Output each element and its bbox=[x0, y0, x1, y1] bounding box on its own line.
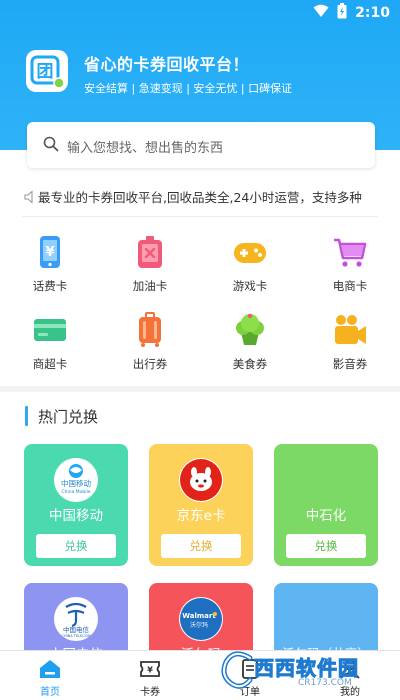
card-name: 中国移动 bbox=[49, 508, 103, 524]
category-label: 游戏卡 bbox=[232, 279, 268, 293]
luggage-icon bbox=[132, 312, 168, 348]
china-telecom-logo: 中国电信 CHINA TELECOM bbox=[54, 597, 98, 641]
svg-text:China Mobile: China Mobile bbox=[61, 489, 90, 495]
category-label: 话费卡 bbox=[32, 279, 68, 293]
phone-card-icon: ¥ bbox=[32, 234, 68, 270]
status-time: 2:10 bbox=[355, 5, 390, 21]
gamepad-icon bbox=[232, 234, 268, 270]
svg-text:CHINA TELECOM: CHINA TELECOM bbox=[62, 634, 91, 638]
watermark: 西西软件园 CR173.COM bbox=[218, 648, 394, 692]
search-placeholder: 输入您想找、想出售的东西 bbox=[67, 141, 224, 156]
hot-card-china-mobile[interactable]: 中国移动 China Mobile 中国移动 兑换 bbox=[24, 444, 128, 566]
app-logo: 团 bbox=[26, 50, 68, 92]
notice-bar[interactable]: 最专业的卡券回收平台,回收品类全,24小时运营，支持多种 bbox=[0, 184, 400, 208]
watermark-url: CR173.COM bbox=[298, 678, 352, 688]
jd-logo bbox=[179, 458, 223, 502]
watermark-logo-icon bbox=[221, 651, 253, 689]
walmart-logo: Walmart 沃尔玛 bbox=[179, 597, 223, 641]
category-label: 商超卡 bbox=[32, 357, 68, 371]
category-ecommerce-card[interactable]: 电商卡 bbox=[310, 234, 390, 304]
category-phone-card[interactable]: ¥ 话费卡 bbox=[10, 234, 90, 304]
status-bar: 2:10 bbox=[0, 0, 400, 26]
category-media-ticket[interactable]: 影音券 bbox=[310, 312, 390, 382]
video-camera-icon bbox=[332, 312, 368, 348]
tab-label: 卡券 bbox=[140, 687, 160, 698]
svg-text:¥: ¥ bbox=[45, 245, 54, 260]
ticket-icon: ¥ bbox=[138, 657, 162, 681]
section-title: 热门兑换 bbox=[38, 408, 99, 426]
card-name: 京东e卡 bbox=[176, 508, 226, 524]
category-supermarket-card[interactable]: 商超卡 bbox=[10, 312, 90, 382]
logo-glyph: 团 bbox=[37, 62, 54, 82]
tab-cards[interactable]: ¥ 卡券 bbox=[100, 651, 200, 700]
supermarket-card-icon bbox=[32, 312, 68, 348]
category-travel-ticket[interactable]: 出行券 bbox=[110, 312, 190, 382]
watermark-text: 西西软件园 bbox=[254, 656, 359, 681]
fuel-card-icon bbox=[132, 234, 168, 270]
hot-card-sinopec[interactable]: 中石化 兑换 bbox=[274, 444, 378, 566]
section-accent bbox=[25, 406, 28, 426]
category-label: 加油卡 bbox=[132, 279, 168, 293]
svg-text:¥: ¥ bbox=[147, 666, 153, 675]
header-tags: 安全结算 | 急速变现 | 安全无忧 | 口碑保证 bbox=[84, 82, 293, 95]
speaker-icon bbox=[24, 189, 36, 208]
svg-text:Walmart: Walmart bbox=[182, 612, 216, 620]
svg-text:中国移动: 中国移动 bbox=[61, 478, 91, 488]
category-fuel-card[interactable]: 加油卡 bbox=[110, 234, 190, 304]
tab-label: 首页 bbox=[40, 687, 60, 698]
hot-card-jd[interactable]: 京东e卡 兑换 bbox=[149, 444, 253, 566]
exchange-button[interactable]: 兑换 bbox=[36, 534, 116, 558]
category-label: 美食券 bbox=[232, 357, 268, 371]
divider bbox=[22, 216, 378, 217]
china-mobile-logo: 中国移动 China Mobile bbox=[54, 458, 98, 502]
battery-icon bbox=[337, 3, 347, 23]
search-icon bbox=[43, 136, 59, 156]
exchange-button[interactable]: 兑换 bbox=[161, 534, 241, 558]
svg-text:中国电信: 中国电信 bbox=[63, 625, 90, 634]
category-label: 影音券 bbox=[332, 357, 368, 371]
shopping-cart-icon bbox=[332, 234, 368, 270]
category-food-ticket[interactable]: 美食券 bbox=[210, 312, 290, 382]
home-icon bbox=[38, 657, 62, 681]
category-label: 电商卡 bbox=[332, 279, 368, 293]
category-game-card[interactable]: 游戏卡 bbox=[210, 234, 290, 304]
tab-home[interactable]: 首页 bbox=[0, 651, 100, 700]
wifi-icon bbox=[313, 4, 329, 22]
category-label: 出行券 bbox=[132, 357, 168, 371]
notice-text: 最专业的卡券回收平台,回收品类全,24小时运营，支持多种 bbox=[38, 190, 362, 205]
svg-text:沃尔玛: 沃尔玛 bbox=[190, 621, 208, 629]
card-name: 中石化 bbox=[305, 508, 347, 524]
cupcake-icon bbox=[232, 312, 268, 348]
header-slogan: 省心的卡券回收平台！ bbox=[84, 55, 250, 74]
search-bar[interactable]: 输入您想找、想出售的东西 bbox=[27, 122, 375, 168]
exchange-button[interactable]: 兑换 bbox=[286, 534, 366, 558]
